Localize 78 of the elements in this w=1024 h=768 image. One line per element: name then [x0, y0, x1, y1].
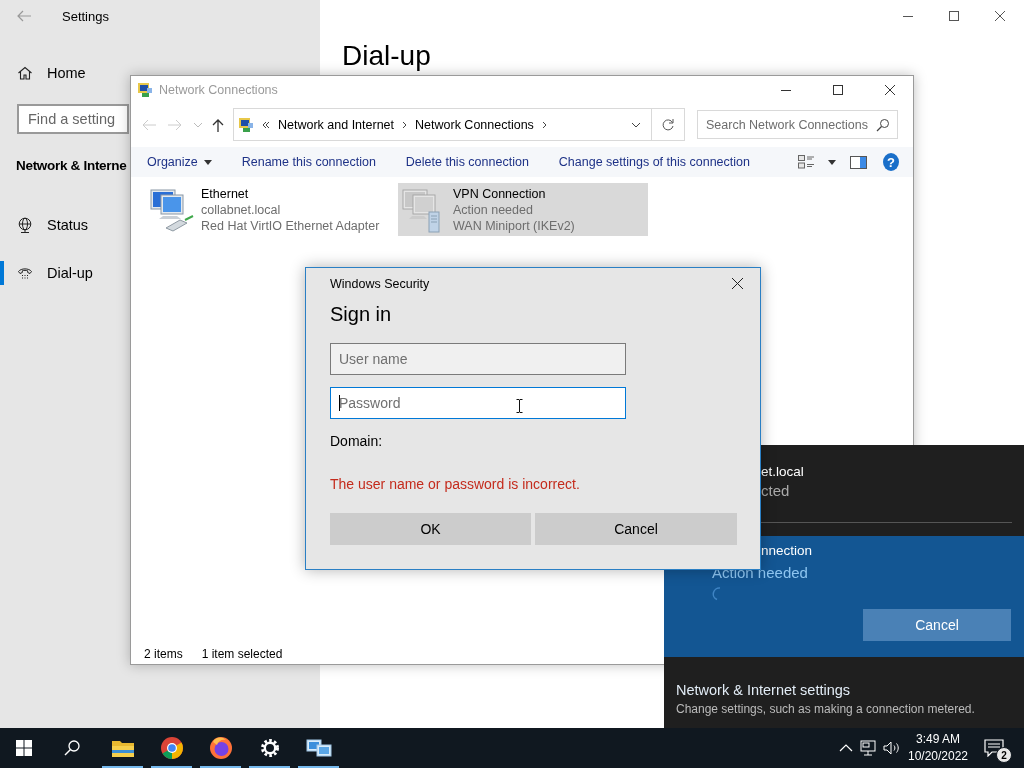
connection-item[interactable]: Ethernet collabnet.local Red Hat VirtIO Ethernet Adapter: [146, 183, 396, 236]
network-folder-icon: [137, 82, 153, 98]
search-field[interactable]: Find a setting: [17, 104, 129, 134]
maximize-icon: [949, 11, 959, 21]
clock-button[interactable]: 3:49 AM 10/20/2022: [904, 728, 972, 768]
domain-label: Domain:: [330, 433, 384, 449]
text-caret: [339, 395, 340, 411]
chevron-right-icon[interactable]: [541, 120, 547, 129]
adapter-name: Red Hat VirtIO Ethernet Adapter: [201, 217, 380, 234]
computer-network-icon: [305, 738, 332, 758]
input-field[interactable]: User name: [330, 343, 626, 375]
status-text: 1 item selected: [201, 647, 283, 661]
phone-icon: [17, 265, 33, 281]
search-icon: [876, 118, 890, 132]
refresh-button[interactable]: [652, 108, 685, 141]
breadcrumb-link[interactable]: Network Connections: [415, 117, 534, 132]
text-cursor-icon: [516, 399, 523, 413]
chevron-down-icon[interactable]: [631, 120, 641, 129]
command-button[interactable]: Rename this connection: [237, 150, 380, 174]
close-icon: [995, 11, 1005, 21]
caret-icon: [203, 159, 212, 165]
close-icon: [885, 85, 895, 95]
home-link[interactable]: Home: [0, 61, 90, 85]
folder-icon: [110, 738, 135, 758]
volume-icon: [883, 740, 901, 756]
network-status: Action needed: [712, 564, 808, 582]
maximize-icon: [833, 85, 843, 95]
gear-icon: [259, 738, 280, 758]
connection-status: Action needed: [453, 201, 534, 218]
network-status: cted: [761, 482, 790, 500]
action-center-button[interactable]: 2: [972, 728, 1016, 768]
caret-icon[interactable]: [827, 159, 836, 165]
nav-item[interactable]: Status: [0, 213, 93, 237]
breadcrumb-link[interactable]: Network and Internet: [278, 117, 395, 132]
ok-button[interactable]: OK: [330, 513, 531, 545]
cancel-button[interactable]: Cancel: [863, 609, 1011, 641]
browser-icon: [159, 736, 184, 760]
connection-status: collabnet.local: [201, 201, 282, 218]
chevron-right-icon[interactable]: [402, 120, 408, 129]
globe-icon: [17, 217, 33, 233]
up-arrow-icon[interactable]: [211, 117, 225, 132]
dialog-title: Windows Security: [330, 276, 430, 291]
search-icon: [64, 740, 80, 756]
windows-logo-icon: [16, 740, 32, 756]
command-button[interactable]: Change settings of this connection: [554, 150, 754, 174]
connection-name: Ethernet: [201, 185, 250, 202]
command-button[interactable]: Delete this connection: [401, 150, 533, 174]
adapter-name: WAN Miniport (IKEv2): [453, 217, 575, 234]
command-button[interactable]: Organize: [143, 150, 216, 174]
window-title: Settings: [62, 8, 109, 24]
input-field[interactable]: Password: [330, 387, 626, 419]
notification-count: 2: [996, 747, 1012, 763]
connection-name: VPN Connection: [453, 185, 547, 202]
network-name: et.local: [761, 464, 804, 480]
view-options-icon[interactable]: [797, 155, 814, 169]
page-heading: Dial-up: [342, 40, 431, 72]
window-title: Network Connections: [159, 83, 278, 97]
section-heading: Network & Interne: [16, 157, 127, 175]
connection-item[interactable]: VPN Connection Action needed WAN Miniport (IKEv2): [398, 183, 648, 236]
network-icon: [860, 740, 878, 756]
network-folder-icon: [238, 116, 254, 133]
refresh-icon: [661, 117, 675, 132]
dialog-heading: Sign in: [330, 302, 393, 326]
help-button[interactable]: ?: [882, 153, 899, 171]
network-name: nnection: [761, 543, 813, 559]
address-bar[interactable]: Network and Internet Network Connections: [233, 108, 652, 141]
settings-link[interactable]: Network & Internet settings: [676, 681, 851, 699]
browser-icon: [208, 736, 233, 760]
double-chevron-icon[interactable]: [262, 120, 270, 129]
settings-hint: Change settings, such as making a connection metered.: [676, 702, 975, 716]
home-icon: [17, 65, 33, 81]
nav-item[interactable]: Dial-up: [0, 261, 97, 285]
status-text: 2 items: [144, 647, 183, 661]
preview-pane-icon[interactable]: [849, 155, 867, 169]
cancel-button[interactable]: Cancel: [535, 513, 737, 545]
close-icon: [731, 278, 743, 289]
chevron-up-icon: [839, 744, 853, 752]
error-message: The user name or password is incorrect.: [330, 476, 581, 492]
